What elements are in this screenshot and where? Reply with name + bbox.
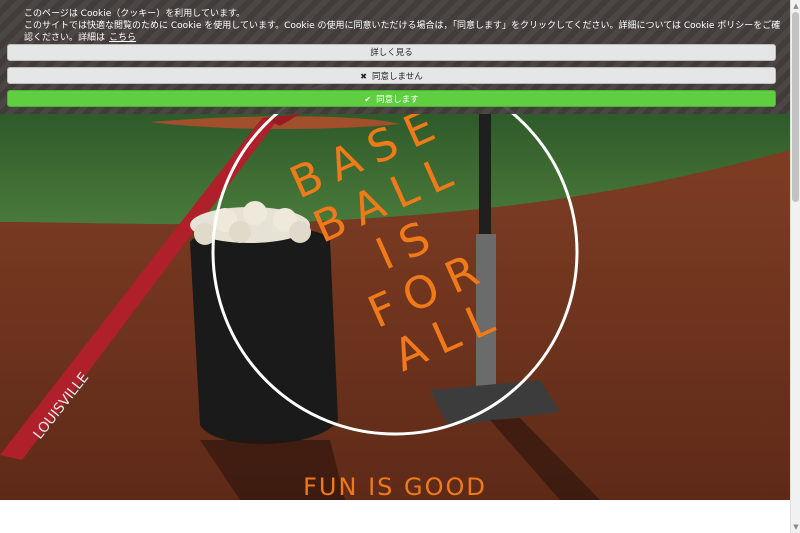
decline-button[interactable]: ✖ 同意しません [7,67,776,84]
cookie-banner: このページは Cookie（クッキー）を利用しています。 このサイトでは快適な閲… [0,0,790,114]
cookie-message: このページは Cookie（クッキー）を利用しています。 このサイトでは快適な閲… [24,8,784,44]
cookie-message-body: このサイトでは快適な閲覧のために Cookie を使用しています。Cookie … [24,21,781,43]
hero-tagline: FUN IS GOOD [303,473,487,500]
close-icon: ✖ [360,72,367,81]
scroll-thumb[interactable] [792,12,799,202]
cookie-policy-link[interactable]: こちら [109,33,136,43]
cookie-message-line-1: このページは Cookie（クッキー）を利用しています。 [24,9,246,19]
details-button-label: 詳しく見る [370,48,413,58]
agree-button-label: 同意します [376,95,419,105]
agree-button[interactable]: ✔ 同意します [7,90,776,107]
details-button[interactable]: 詳しく見る [7,44,776,61]
check-icon: ✔ [364,95,372,104]
decline-button-label: 同意しません [371,72,423,82]
scroll-up-arrow-icon[interactable]: ▲ [792,2,800,10]
page-scrollbar[interactable]: ▲ ▼ [790,0,800,533]
cookie-message-line-2: このサイトでは快適な閲覧のために Cookie を使用しています。Cookie … [24,20,784,44]
scroll-down-arrow-icon[interactable]: ▼ [792,523,800,531]
